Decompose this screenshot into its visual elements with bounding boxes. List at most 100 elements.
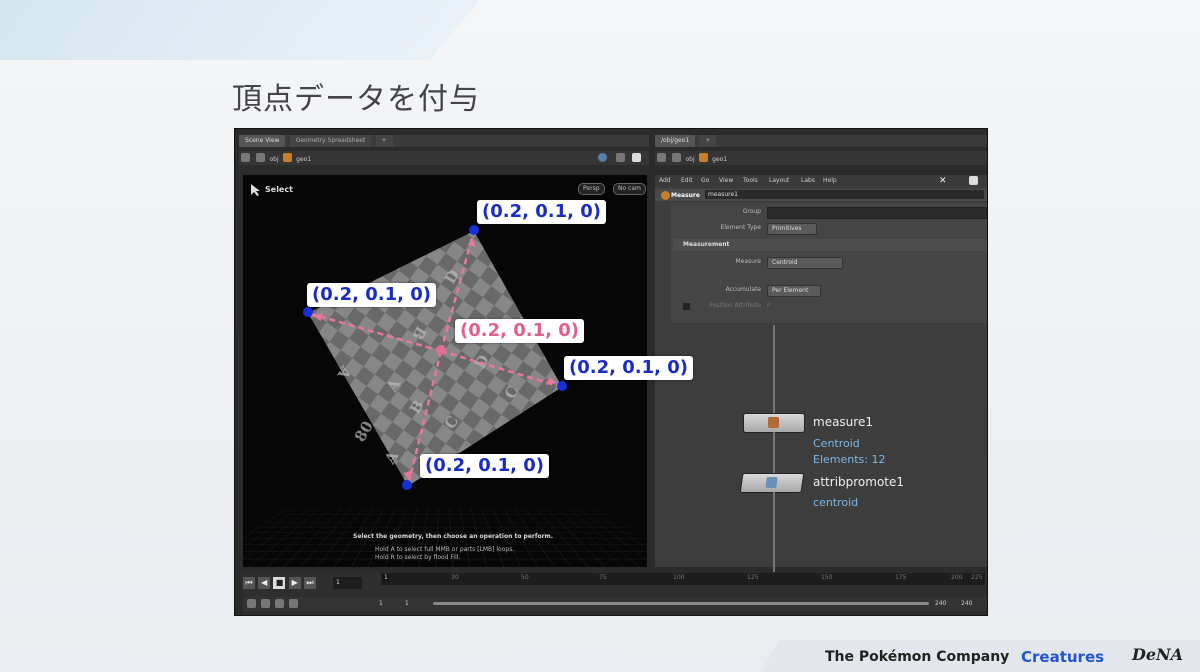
maximize-icon[interactable]	[632, 153, 641, 162]
path-obj[interactable]: obj	[685, 156, 694, 163]
accumulate-label: Accumulate	[725, 286, 761, 293]
measure-dropdown[interactable]: Centroid	[767, 257, 843, 269]
range-end[interactable]: 240	[935, 600, 946, 607]
accumulate-dropdown[interactable]: Per Element	[767, 285, 821, 297]
display-options-icon[interactable]	[616, 153, 625, 162]
measure-label: Measure	[735, 258, 762, 265]
centroid-label: (0.2, 0.1, 0)	[455, 319, 584, 343]
wire-between	[773, 432, 775, 474]
help-line: Hold A to select full MMB or parts [LMB]…	[375, 546, 515, 553]
element-type-label: Element Type	[720, 224, 761, 231]
params-header: Measure measure1	[655, 189, 987, 201]
tick: 75	[599, 574, 607, 581]
path-geo[interactable]: geo1	[296, 156, 311, 163]
settings-icon[interactable]	[247, 599, 256, 608]
node-attribpromote1-label: attribpromote1	[813, 475, 905, 489]
keys-icon[interactable]	[261, 599, 270, 608]
path-obj[interactable]: obj	[269, 156, 278, 163]
geo-icon	[698, 153, 708, 162]
forward-icon[interactable]	[256, 153, 266, 162]
node-attribpromote1[interactable]	[739, 473, 805, 493]
logo-pokemon-company: The Pokémon Company	[825, 649, 1010, 665]
back-icon[interactable]	[241, 153, 250, 162]
node-name-field[interactable]: measure1	[705, 190, 984, 199]
row-position-attr: Position Attribute P	[671, 301, 987, 313]
menu-go[interactable]: Go	[701, 177, 709, 184]
menu-view[interactable]: View	[719, 177, 733, 184]
position-attr-field[interactable]: P	[767, 302, 771, 309]
jump-end-button[interactable]: ⏭	[303, 577, 316, 589]
tick: 175	[895, 574, 907, 581]
row-element-type: Element Type Primitives	[671, 223, 987, 235]
forward-icon[interactable]	[672, 153, 682, 162]
node-attribpromote1-info: centroid	[813, 496, 859, 509]
play-button[interactable]: ▶	[288, 577, 301, 589]
playback-controls: ⏮ ◀ ■ ▶ ⏭	[243, 577, 317, 589]
right-path-bar: obj geo1	[655, 151, 987, 165]
measure-node-icon	[768, 417, 779, 428]
menu-help[interactable]: Help	[823, 177, 837, 184]
node-measure1-info: Elements: 12	[813, 453, 886, 466]
vertex-label-bottom: (0.2, 0.1, 0)	[420, 454, 549, 478]
tick: 225	[971, 574, 983, 581]
menu-layout[interactable]: Layout	[769, 177, 789, 184]
row-group: Group	[671, 207, 987, 219]
current-frame-field[interactable]: 1	[333, 577, 362, 589]
add-tab-icon[interactable]: +	[699, 135, 717, 147]
row-accumulate: Accumulate Per Element	[671, 285, 987, 297]
range-slider[interactable]	[433, 602, 929, 605]
tools-icon[interactable]: ✕	[939, 176, 947, 186]
node-measure1-info: Centroid	[813, 437, 860, 450]
menu-edit[interactable]: Edit	[681, 177, 693, 184]
element-type-dropdown[interactable]: Primitives	[767, 223, 817, 235]
tick: 100	[673, 574, 685, 581]
vertex-label-right: (0.2, 0.1, 0)	[564, 356, 693, 380]
section-measurement[interactable]: Measurement	[673, 239, 987, 251]
group-field[interactable]	[767, 207, 987, 219]
logo-creatures: Creatures	[1021, 648, 1105, 666]
stop-button[interactable]: ■	[273, 577, 286, 589]
measure-node-icon	[661, 191, 670, 200]
logo-dena: DeNA	[1132, 645, 1184, 664]
range-end-2[interactable]: 240	[961, 600, 972, 607]
tab-scene-view[interactable]: Scene View	[239, 135, 286, 147]
wire-input	[773, 325, 775, 415]
step-back-button[interactable]: ◀	[258, 577, 271, 589]
audio-icon[interactable]	[275, 599, 284, 608]
tick: 200	[951, 574, 963, 581]
range-start[interactable]: 1	[379, 600, 383, 607]
frame-ruler[interactable]: 1 30 50 75 100 125 150 175 200 225	[381, 573, 985, 585]
group-label: Group	[742, 208, 761, 215]
menu-add[interactable]: Add	[659, 177, 671, 184]
left-path-bar: obj geo1	[239, 151, 649, 165]
header-decoration	[0, 0, 1200, 70]
node-measure1-label: measure1	[813, 415, 873, 429]
vertex-label-left: (0.2, 0.1, 0)	[307, 283, 436, 307]
add-tab-icon[interactable]: +	[375, 135, 393, 147]
menu-labs[interactable]: Labs	[801, 177, 815, 184]
realtime-icon[interactable]	[289, 599, 298, 608]
attribpromote-node-icon	[765, 477, 778, 488]
jump-start-button[interactable]: ⏮	[243, 577, 255, 589]
tab-geometry-spreadsheet[interactable]: Geometry Spreadsheet	[289, 135, 372, 147]
tick: 150	[821, 574, 833, 581]
footer: The Pokémon Company Creatures DeNA	[0, 640, 1200, 672]
right-pane-tabs: /obj/geo1 +	[655, 135, 987, 147]
parameter-panel: Group Element Type Primitives Measuremen…	[671, 203, 987, 323]
range-bar-row: 1 1 240 240	[243, 597, 987, 611]
tab-network[interactable]: /obj/geo1	[655, 135, 696, 147]
network-menubar: Add Edit Go View Tools Layout Labs Help …	[655, 175, 987, 187]
panel-icon[interactable]	[969, 176, 978, 185]
tick: 50	[521, 574, 529, 581]
back-icon[interactable]	[657, 153, 666, 162]
wire-output	[773, 492, 775, 572]
tick: 30	[451, 574, 459, 581]
path-geo[interactable]: geo1	[712, 156, 727, 163]
row-measure: Measure Centroid	[671, 257, 987, 269]
left-pane-tabs: Scene View Geometry Spreadsheet +	[239, 135, 649, 147]
tick: 1	[383, 574, 389, 581]
range-start-2[interactable]: 1	[405, 600, 409, 607]
camera-icon[interactable]	[598, 153, 607, 162]
menu-tools[interactable]: Tools	[743, 177, 758, 184]
node-measure1[interactable]	[743, 413, 805, 433]
